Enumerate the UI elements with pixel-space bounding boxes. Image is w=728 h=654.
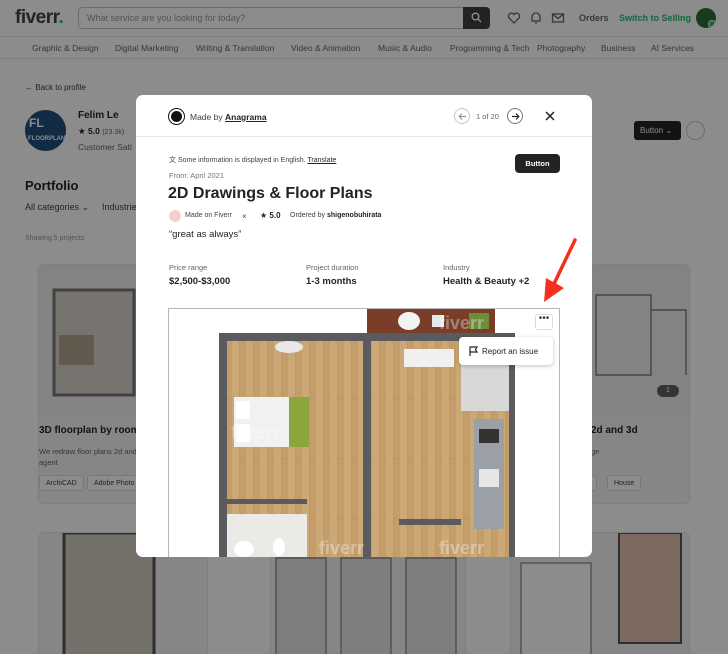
review-quote: “great as always” [169, 229, 242, 240]
industry-label: Industry [443, 263, 470, 272]
more-options-button[interactable]: ••• [535, 314, 553, 330]
watermark-2: fiverr [439, 313, 484, 333]
flag-icon [469, 346, 478, 356]
seller-logo [169, 109, 184, 124]
previous-button[interactable] [454, 108, 470, 124]
report-issue-menu-item[interactable]: Report an issue [459, 337, 553, 365]
ordered-by: Ordered by shigenobuhirata [290, 212, 382, 219]
project-counter: 1 of 20 [476, 112, 499, 121]
industry-value: Health & Beauty +2 [443, 276, 530, 287]
seller-link[interactable]: Anagrama [225, 112, 267, 122]
project-modal: Made by Anagrama 1 of 20 文 Some informat… [136, 95, 592, 557]
star-icon: ★ [260, 211, 268, 220]
watermark-4: fiverr [439, 538, 484, 557]
made-on-fiverr-icon [169, 210, 181, 222]
close-icon[interactable] [545, 111, 555, 121]
annotation-arrow-icon [544, 238, 577, 302]
watermark-3: fiverr [319, 538, 364, 557]
modal-action-button[interactable]: Button [515, 154, 560, 173]
price-range-label: Price range [169, 263, 208, 272]
duration-value: 1-3 months [306, 276, 357, 287]
made-on-fiverr-label: Made on Fiverr [185, 212, 233, 219]
close-small-icon: × [242, 212, 247, 221]
price-range-value: $2,500-$3,000 [169, 276, 231, 287]
project-rating: ★ 5.0 [260, 211, 281, 220]
arrow-left-icon [458, 113, 466, 120]
made-by: Made by Anagrama [190, 112, 267, 122]
watermark: fiverr [231, 422, 281, 444]
arrow-right-icon [512, 113, 520, 120]
translate-icon: 文 [169, 157, 176, 164]
duration-label: Project duration [306, 263, 359, 272]
project-title: 2D Drawings & Floor Plans [168, 185, 373, 202]
translation-notice: 文 Some information is displayed in Engli… [169, 157, 337, 164]
translate-link[interactable]: Translate [307, 157, 336, 164]
project-date: From: April 2021 [169, 171, 225, 180]
next-button[interactable] [507, 108, 523, 124]
modal-header: Made by Anagrama 1 of 20 [136, 95, 592, 137]
